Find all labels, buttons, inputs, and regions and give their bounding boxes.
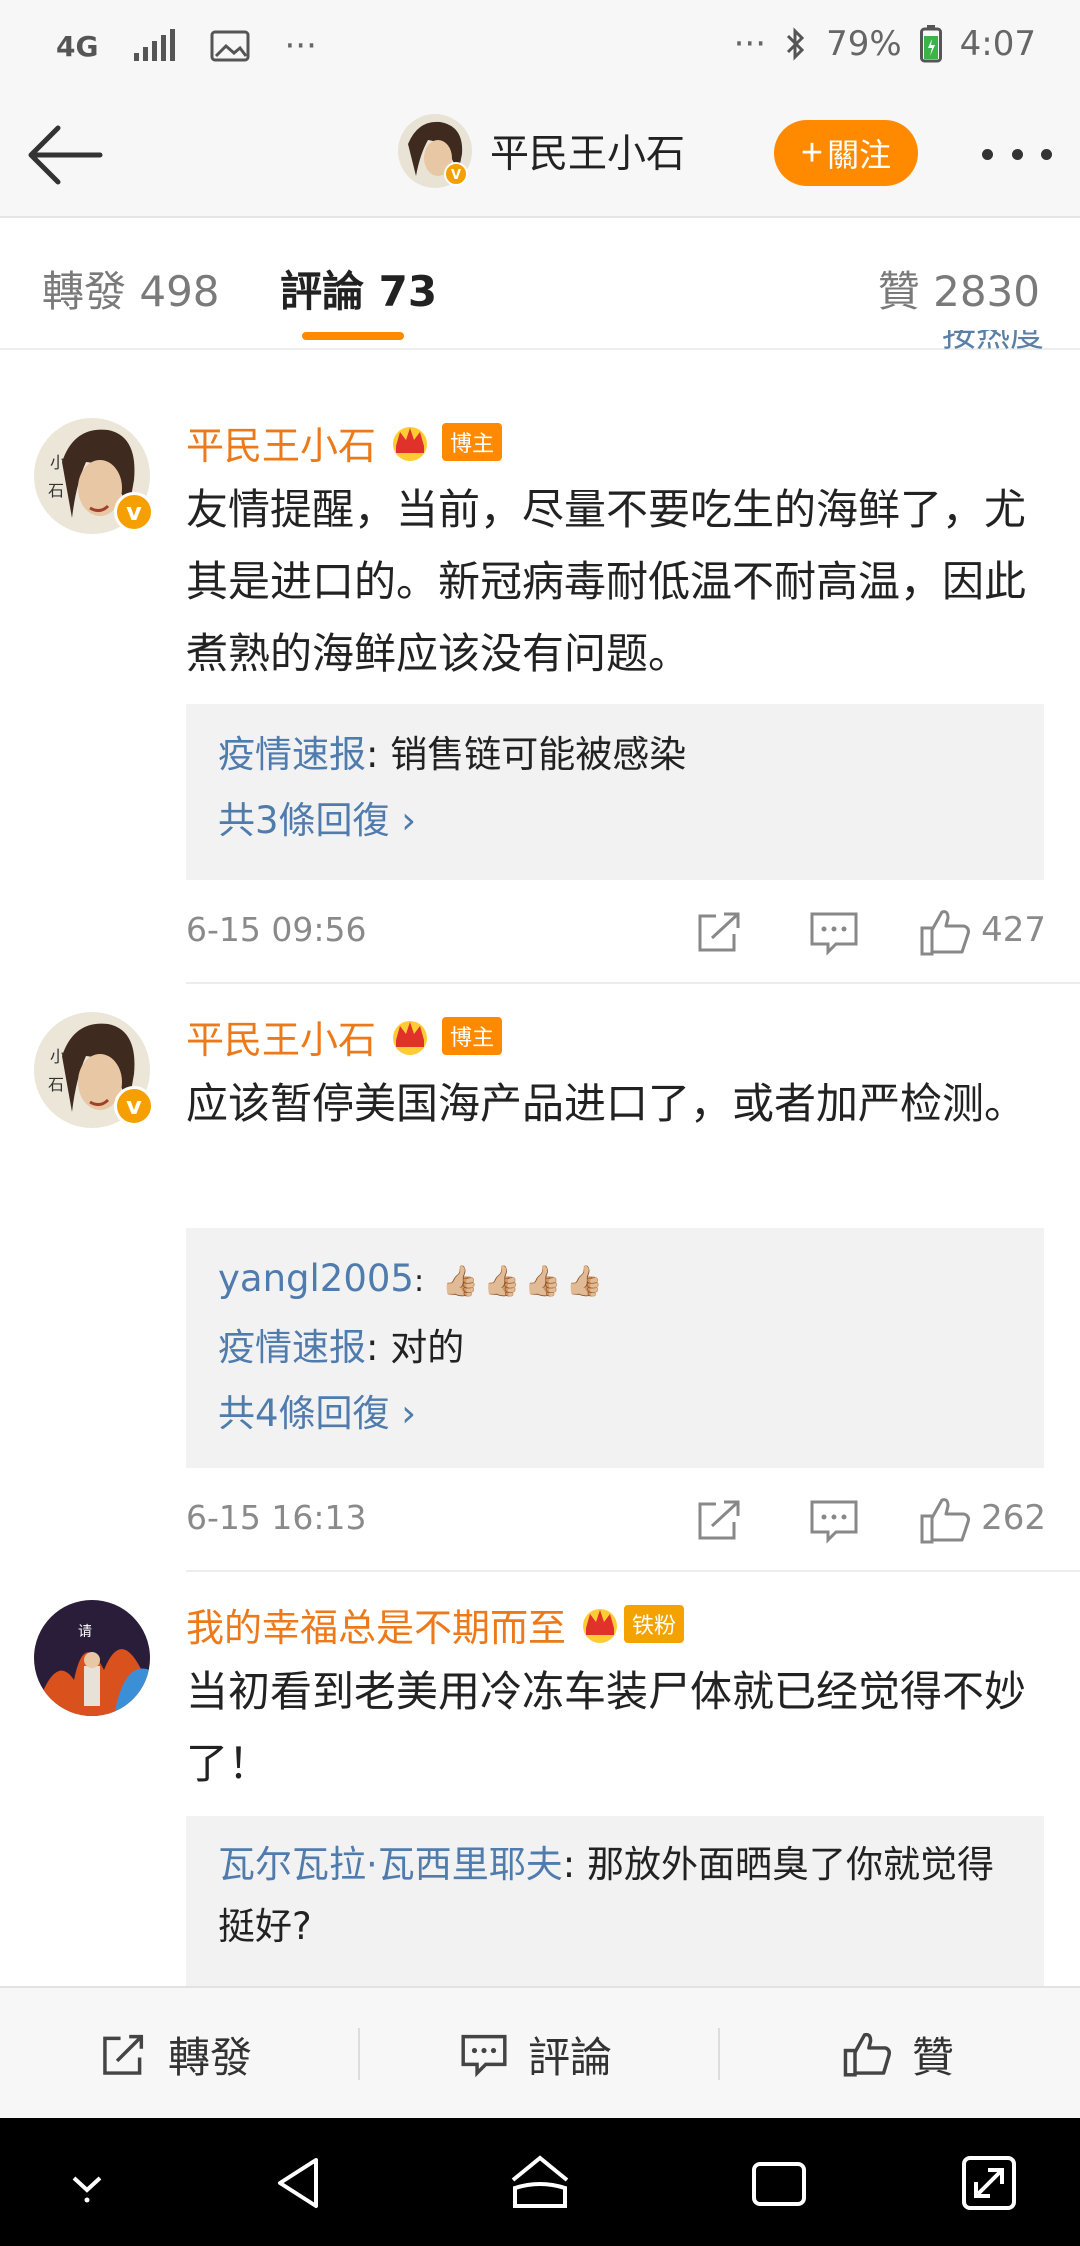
- divider: [186, 1570, 1080, 1572]
- avatar[interactable]: 请: [34, 1600, 150, 1716]
- crown-icon: [583, 1609, 618, 1643]
- reply-line: 疫情速报: 对的: [218, 1315, 1012, 1381]
- reply-line: 疫情速报: 销售链可能被感染: [218, 722, 1012, 788]
- repost-icon: [103, 2034, 144, 2075]
- comment-icon: [461, 2034, 507, 2078]
- reply-username[interactable]: 疫情速报: [218, 1326, 366, 1369]
- view-replies-link[interactable]: 共4條回復 ›: [218, 1381, 1012, 1447]
- gallery-icon: [210, 30, 250, 62]
- reply-text: : 销售链可能被感染: [366, 733, 687, 776]
- top-nav: V 平民王小石 + 關注: [0, 90, 1080, 218]
- author-badge: 博主: [442, 423, 503, 461]
- comment-icon[interactable]: [804, 902, 864, 962]
- comment-label: 評論: [528, 2032, 613, 2082]
- tab-bar: 轉發 498 評論 73 贊 2830: [0, 218, 1080, 350]
- battery-percent: 79%: [826, 24, 902, 64]
- reply-text: : 👍🏼👍🏼👍🏼👍🏼: [413, 1264, 608, 1299]
- avatar[interactable]: V: [398, 114, 472, 188]
- crown-icon: [393, 1021, 428, 1055]
- header-title: 平民王小石: [490, 132, 686, 177]
- comment-username[interactable]: 平民王小石: [186, 415, 376, 470]
- notification-more: ···: [284, 26, 317, 66]
- reply-text: : 对的: [366, 1326, 465, 1369]
- comment-icon[interactable]: [804, 1490, 864, 1550]
- svg-text:石: 石: [48, 481, 64, 500]
- separator: [358, 2028, 360, 2080]
- divider: [186, 982, 1080, 984]
- comment-time: 6-15 09:56: [186, 910, 367, 949]
- svg-text:请: 请: [78, 1624, 92, 1640]
- repost-label: 轉發: [168, 2032, 253, 2082]
- like-count: 262: [981, 1498, 1046, 1538]
- comment-time: 6-15 16:13: [186, 1498, 367, 1537]
- like-icon[interactable]: [916, 902, 976, 962]
- reply-username[interactable]: 疫情速报: [218, 733, 366, 776]
- like-icon: [843, 2032, 891, 2077]
- tab-likes[interactable]: 贊 2830: [878, 258, 1040, 319]
- back-arrow-icon: [28, 125, 103, 185]
- avatar[interactable]: 小 石 v: [34, 1012, 154, 1128]
- status-bar: 4G ··· ··· 79% 4:07: [0, 0, 1080, 90]
- view-replies-link[interactable]: 共3條回復 ›: [218, 788, 1012, 854]
- crown-icon: [393, 427, 428, 461]
- back-button[interactable]: [26, 120, 106, 190]
- comment-button[interactable]: 評論: [458, 1988, 612, 2120]
- signal-icon: [134, 29, 176, 61]
- author-badge: 博主: [442, 1017, 503, 1055]
- reply-preview-box[interactable]: 疫情速报: 销售链可能被感染 共3條回復 ›: [186, 704, 1044, 880]
- reply-line: yangl2005: 👍🏼👍🏼👍🏼👍🏼: [218, 1246, 1012, 1315]
- sort-by-hotness[interactable]: 按热度: [942, 330, 1044, 360]
- comment-text: 应该暂停美国海产品进口了，或者加严检测。: [186, 1079, 1027, 1128]
- comment-username[interactable]: 平民王小石: [186, 1009, 376, 1064]
- comment-text: 当初看到老美用冷冻车装尸体就已经觉得不妙了！: [186, 1667, 1027, 1788]
- bluetooth-icon: [787, 27, 805, 61]
- tab-repost[interactable]: 轉發 498: [42, 258, 220, 319]
- back-icon[interactable]: [264, 2148, 334, 2218]
- comment-footer: 6-15 16:13 262: [186, 1490, 1046, 1550]
- avatar[interactable]: 小 石 v: [34, 418, 154, 534]
- separator: [718, 2028, 720, 2080]
- system-navigation-bar: [0, 2118, 1080, 2246]
- bottom-action-bar: 轉發 評論 贊: [0, 1986, 1080, 2118]
- comment-username[interactable]: 我的幸福总是不期而至: [186, 1597, 566, 1652]
- header-user[interactable]: V 平民王小石: [398, 114, 685, 188]
- reply-username[interactable]: 瓦尔瓦拉·瓦西里耶夫: [218, 1843, 563, 1886]
- network-indicator: 4G: [56, 29, 99, 63]
- tab-comments[interactable]: 評論 73: [280, 258, 437, 319]
- home-icon[interactable]: [505, 2148, 575, 2218]
- svg-text:石: 石: [48, 1075, 64, 1094]
- follow-label: 關注: [827, 137, 892, 173]
- status-more: ···: [733, 24, 767, 64]
- fan-badge: 铁粉: [624, 1605, 685, 1643]
- like-label: 贊: [912, 2032, 955, 2082]
- follow-button[interactable]: + 關注: [774, 120, 918, 186]
- hide-keyboard-icon[interactable]: [52, 2148, 122, 2218]
- reply-username[interactable]: yangl2005: [218, 1257, 414, 1300]
- repost-button[interactable]: 轉發: [98, 1988, 252, 2120]
- svg-text:V: V: [451, 168, 461, 183]
- reply-preview-box[interactable]: yangl2005: 👍🏼👍🏼👍🏼👍🏼 疫情速报: 对的 共4條回復 ›: [186, 1228, 1044, 1468]
- share-icon[interactable]: [690, 902, 750, 962]
- like-button[interactable]: 贊: [842, 1988, 954, 2120]
- recent-apps-icon[interactable]: [744, 2148, 814, 2218]
- share-icon[interactable]: [690, 1490, 750, 1550]
- like-icon[interactable]: [916, 1490, 976, 1550]
- comment-footer: 6-15 09:56 427: [186, 902, 1046, 962]
- active-tab-indicator: [302, 332, 404, 340]
- like-count: 427: [981, 910, 1046, 950]
- verified-icon: v: [114, 1086, 154, 1126]
- expand-icon[interactable]: [954, 2148, 1024, 2218]
- comment-text: 友情提醒，当前，尽量不要吃生的海鲜了，尤其是进口的。新冠病毒耐低温不耐高温，因此…: [186, 485, 1027, 678]
- verified-icon: v: [114, 492, 154, 532]
- reply-line: 瓦尔瓦拉·瓦西里耶夫: 那放外面晒臭了你就觉得挺好?: [218, 1834, 1012, 1958]
- battery-icon: [919, 25, 942, 63]
- reply-preview-box[interactable]: 瓦尔瓦拉·瓦西里耶夫: 那放外面晒臭了你就觉得挺好?: [186, 1816, 1044, 1996]
- clock: 4:07: [959, 24, 1036, 64]
- plus-icon: +: [800, 132, 824, 174]
- more-dots-icon[interactable]: [982, 134, 1052, 174]
